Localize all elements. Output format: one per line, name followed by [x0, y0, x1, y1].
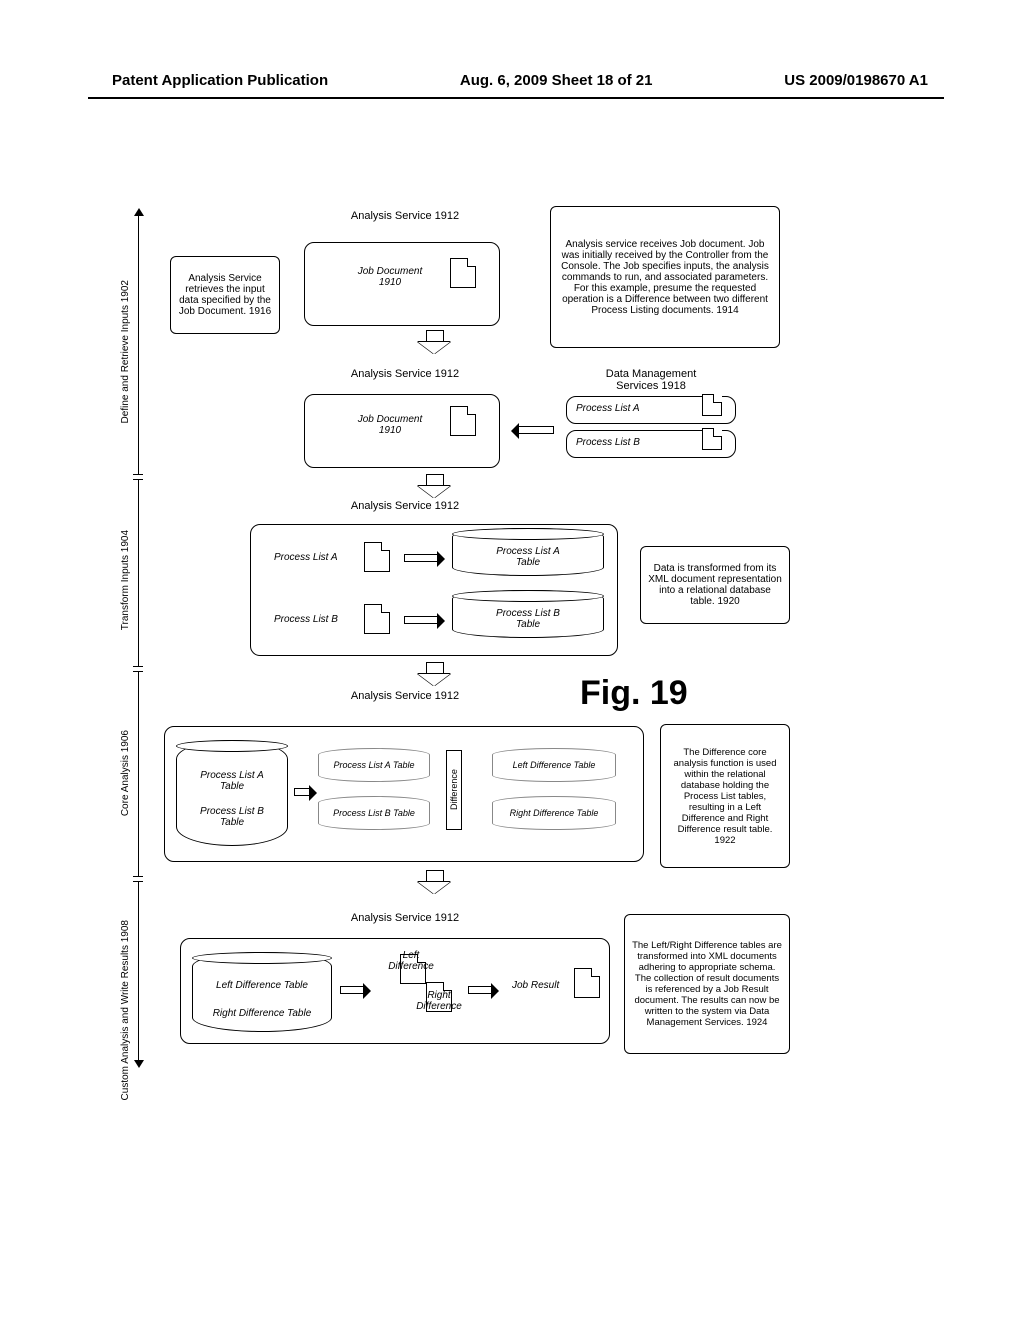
- arrow-dm-to-svc: [518, 426, 554, 434]
- header-left: Patent Application Publication: [112, 72, 328, 89]
- note-1914: Analysis service receives Job document. …: [550, 206, 780, 348]
- dm-plb: Process List B: [576, 437, 640, 448]
- header-center: Aug. 6, 2009 Sheet 18 of 21: [460, 72, 653, 89]
- cyl-left: [176, 740, 288, 846]
- header-rule: [88, 97, 944, 99]
- note-1924: The Left/Right Difference tables are tra…: [624, 914, 790, 1054]
- figure-19-diagram: Define and Retrieve Inputs 1902 Transfor…: [120, 190, 914, 1110]
- cyl-left-b: Process List B Table: [188, 806, 276, 828]
- pla-tbl-lbl: Process List A Table: [472, 546, 584, 568]
- plb-doc: [364, 604, 390, 634]
- dm-label: Data ManagementServices 1918: [576, 368, 726, 392]
- note-1922: The Difference core analysis function is…: [660, 724, 790, 868]
- svc-label-2: Analysis Service 1912: [330, 368, 480, 380]
- xml-ld-lbl: Left Difference: [376, 950, 446, 972]
- arrow-3: [418, 662, 450, 686]
- dm-doc-a: [702, 394, 722, 416]
- jobdoc-label-1: Job Document1910: [340, 266, 440, 288]
- difference-op: Difference: [446, 750, 462, 830]
- inner-plb: Process List B Table: [318, 796, 430, 830]
- ldt-label: Left Difference Table: [204, 980, 320, 991]
- arrow-4: [418, 870, 450, 904]
- cyl-diff: [192, 952, 332, 1032]
- arrow-2: [418, 474, 450, 498]
- inner-left-diff: Left Difference Table: [492, 748, 616, 782]
- svc-label-4: Analysis Service 1912: [330, 690, 480, 702]
- phase-transform: Transform Inputs 1904: [120, 530, 131, 630]
- xml-rd-lbl: Right Difference: [404, 990, 474, 1012]
- inner-right-diff: Right Difference Table: [492, 796, 616, 830]
- dm-pla: Process List A: [576, 403, 640, 414]
- phase-core: Core Analysis 1906: [120, 730, 131, 816]
- figure-title: Fig. 19: [580, 674, 688, 713]
- phase-define: Define and Retrieve Inputs 1902: [120, 280, 131, 423]
- plb-tbl-lbl: Process List B Table: [472, 608, 584, 630]
- arrow-core-in: [294, 788, 310, 796]
- phase-custom: Custom Analysis and Write Results 1908: [120, 920, 131, 1100]
- plb-doclbl: Process List B: [274, 614, 338, 625]
- arrow-cust-2: [468, 986, 492, 994]
- rdt-label: Right Difference Table: [204, 1008, 320, 1019]
- inner-pla: Process List A Table: [318, 748, 430, 782]
- jobdoc-icon-2: [450, 406, 476, 436]
- cyl-left-a: Process List A Table: [188, 770, 276, 792]
- note-1920: Data is transformed from its XML documen…: [640, 546, 790, 624]
- svc-label-5: Analysis Service 1912: [330, 912, 480, 924]
- pla-doclbl: Process List A: [274, 552, 338, 563]
- pla-doc: [364, 542, 390, 572]
- arrow-cust-1: [340, 986, 364, 994]
- job-result-lbl: Job Result: [512, 980, 559, 991]
- arrow-pla: [404, 554, 438, 562]
- arrow-plb: [404, 616, 438, 624]
- svc-label-1: Analysis Service 1912: [330, 210, 480, 222]
- jobdoc-label-2: Job Document1910: [340, 414, 440, 436]
- arrow-1: [418, 330, 450, 354]
- note-1916: Analysis Service retrieves the input dat…: [170, 256, 280, 334]
- job-result-doc: [574, 968, 600, 998]
- header-right: US 2009/0198670 A1: [784, 72, 928, 89]
- svc-label-3: Analysis Service 1912: [330, 500, 480, 512]
- jobdoc-icon-1: [450, 258, 476, 288]
- dm-doc-b: [702, 428, 722, 450]
